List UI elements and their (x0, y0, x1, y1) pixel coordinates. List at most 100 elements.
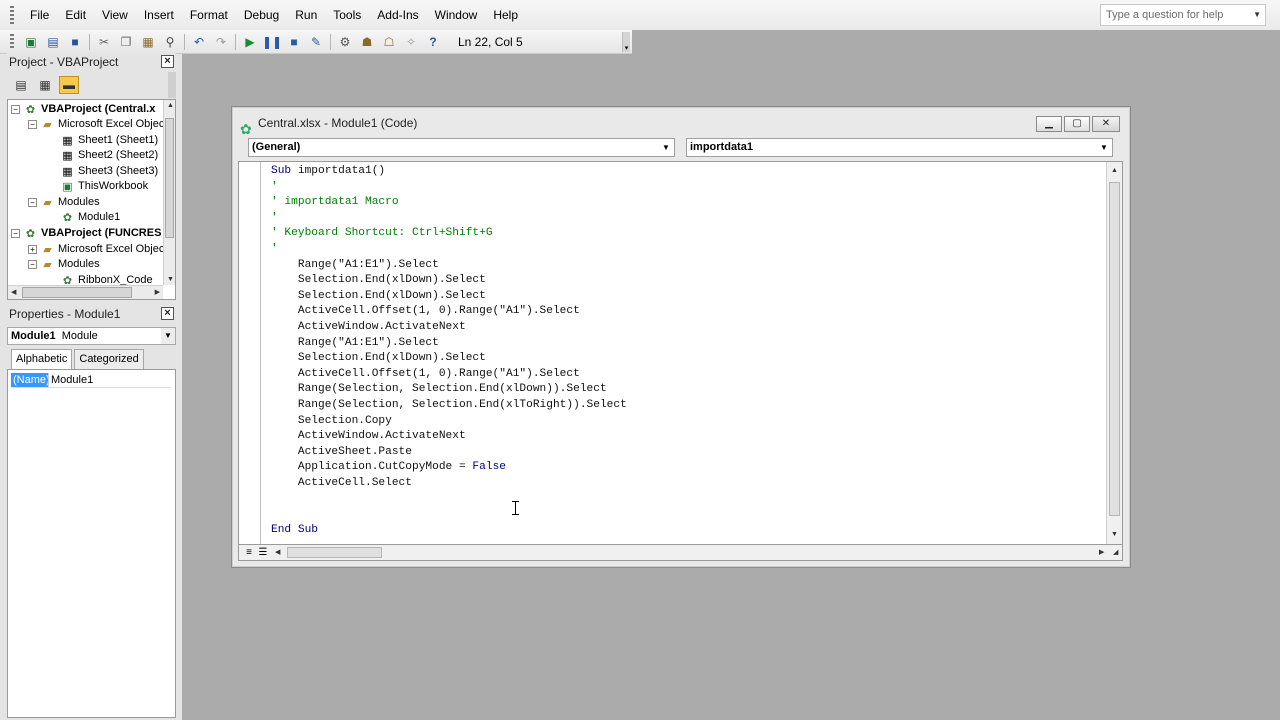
menu-tools[interactable]: Tools (325, 0, 369, 30)
menu-debug[interactable]: Debug (236, 0, 287, 30)
code-line: ' importdata1 Macro (271, 196, 399, 209)
minimize-button[interactable]: ▁ (1036, 116, 1062, 132)
tree-item-excel-objects[interactable]: − ▰ Microsoft Excel Objec (28, 117, 164, 132)
help-search-placeholder: Type a question for help (1106, 9, 1224, 21)
menu-add-ins[interactable]: Add-Ins (369, 0, 426, 30)
menu-view[interactable]: View (94, 0, 136, 30)
code-text[interactable]: Sub importdata1() ' ' importdata1 Macro … (271, 164, 627, 538)
property-row-name[interactable]: (Name) Module1 (11, 373, 171, 388)
run-icon[interactable]: ▶ (241, 33, 259, 51)
tree-item-vbaproject-funcres[interactable]: − ✿ VBAProject (FUNCRES (11, 226, 161, 241)
tree-item-excel-objects-2[interactable]: + ▰ Microsoft Excel Objec (28, 242, 164, 257)
project-explorer-icon[interactable]: ⚙ (336, 33, 354, 51)
project-toolbar-scroll[interactable] (168, 72, 176, 98)
code-line: Range(Selection, Selection.End(xlToRight… (271, 398, 627, 411)
object-browser-icon[interactable]: ☖ (380, 33, 398, 51)
procedure-view-icon[interactable]: ≡ (242, 546, 256, 559)
menu-grip[interactable] (10, 6, 14, 24)
dock-splitter[interactable] (177, 54, 182, 720)
menu-window[interactable]: Window (427, 0, 486, 30)
collapse-icon[interactable]: − (28, 198, 37, 207)
scroll-down-icon[interactable]: ▼ (167, 276, 174, 283)
scroll-left-icon[interactable]: ◀ (11, 288, 16, 296)
break-icon[interactable]: ❚❚ (262, 33, 282, 51)
toolbar-grip[interactable] (10, 33, 14, 50)
help-search-input[interactable]: Type a question for help ▼ (1100, 4, 1266, 26)
maximize-button[interactable]: ▢ (1064, 116, 1090, 132)
full-module-view-icon[interactable]: ☰ (256, 546, 270, 559)
menu-insert[interactable]: Insert (136, 0, 182, 30)
toggle-folders-icon[interactable]: ▬ (59, 76, 79, 94)
tree-item-module1[interactable]: ✿ Module1 (61, 210, 120, 225)
chevron-down-icon[interactable]: ▼ (161, 328, 175, 344)
menu-edit[interactable]: Edit (57, 0, 94, 30)
tree-item-vbaproject-central[interactable]: − ✿ VBAProject (Central.x (11, 102, 155, 117)
help-dropdown-icon[interactable]: ▼ (1253, 5, 1261, 25)
resize-grip-icon[interactable]: ◢ (1113, 548, 1118, 556)
code-editor[interactable]: Sub importdata1() ' ' importdata1 Macro … (238, 161, 1123, 545)
collapse-icon[interactable]: − (11, 229, 20, 238)
redo-icon[interactable]: ↷ (212, 33, 230, 51)
scroll-up-icon[interactable]: ▲ (167, 102, 174, 109)
project-pane-close-icon[interactable]: × (161, 55, 174, 68)
code-window-titlebar[interactable]: ✿ Central.xlsx - Module1 (Code) ▁ ▢ ✕ (232, 107, 1130, 137)
scroll-thumb[interactable] (1109, 182, 1120, 516)
undo-icon[interactable]: ↶ (190, 33, 208, 51)
view-excel-icon[interactable]: ▣ (22, 33, 40, 51)
properties-pane-close-icon[interactable]: × (161, 307, 174, 320)
expand-icon[interactable]: + (28, 245, 37, 254)
chevron-down-icon[interactable]: ▼ (659, 140, 673, 155)
code-line: Selection.End(xlDown).Select (271, 289, 486, 302)
property-value[interactable]: Module1 (48, 373, 93, 387)
menu-help[interactable]: Help (485, 0, 526, 30)
collapse-icon[interactable]: − (28, 260, 37, 269)
scroll-up-icon[interactable]: ▲ (1111, 167, 1118, 174)
find-icon[interactable]: ⚲ (161, 33, 179, 51)
tab-alphabetic[interactable]: Alphabetic (11, 349, 73, 369)
insert-module-icon[interactable]: ▤ (44, 33, 62, 51)
close-button[interactable]: ✕ (1092, 116, 1120, 132)
help-icon[interactable]: ? (424, 33, 442, 51)
code-line: ' (271, 242, 278, 255)
tab-categorized[interactable]: Categorized (74, 349, 144, 369)
scroll-left-icon[interactable]: ◀ (275, 548, 280, 556)
code-hscroll-thumb[interactable] (287, 547, 382, 558)
properties-object-select[interactable]: Module1 Module ▼ (7, 327, 176, 345)
view-object-icon[interactable]: ▦ (35, 76, 55, 94)
collapse-icon[interactable]: − (28, 120, 37, 129)
reset-icon[interactable]: ■ (285, 33, 303, 51)
design-mode-icon[interactable]: ✎ (307, 33, 325, 51)
paste-icon[interactable]: ▦ (139, 33, 157, 51)
tree-item-modules-2[interactable]: − ▰ Modules (28, 257, 100, 272)
save-icon[interactable]: ■ (66, 33, 84, 51)
properties-window-icon[interactable]: ☗ (358, 33, 376, 51)
workbook-icon: ▣ (62, 180, 73, 193)
toolbar-separator (184, 33, 185, 50)
toolbar-options-icon[interactable]: ▾ (622, 32, 630, 52)
scroll-right-icon[interactable]: ▶ (1099, 548, 1104, 556)
tree-item-modules[interactable]: − ▰ Modules (28, 195, 100, 210)
collapse-icon[interactable]: − (11, 105, 20, 114)
tree-item-sheet2[interactable]: ▦ Sheet2 (Sheet2) (61, 148, 158, 163)
chevron-down-icon[interactable]: ▼ (1097, 140, 1111, 155)
scroll-thumb[interactable] (22, 287, 132, 298)
view-code-icon[interactable]: ▤ (11, 76, 31, 94)
scroll-right-icon[interactable]: ▶ (155, 288, 160, 296)
scroll-down-icon[interactable]: ▼ (1111, 531, 1118, 538)
menu-run[interactable]: Run (287, 0, 325, 30)
procedure-combo[interactable]: importdata1 ▼ (686, 138, 1113, 157)
scroll-thumb[interactable] (165, 118, 174, 238)
project-tree-vscroll[interactable]: ▲ ▼ (163, 100, 175, 285)
object-combo[interactable]: (General) ▼ (248, 138, 675, 157)
menu-file[interactable]: File (22, 0, 57, 30)
project-tree-hscroll[interactable]: ◀ ▶ (8, 285, 163, 299)
menu-format[interactable]: Format (182, 0, 236, 30)
code-margin[interactable] (239, 162, 261, 544)
toolbox-icon[interactable]: ✧ (402, 33, 420, 51)
tree-item-sheet1[interactable]: ▦ Sheet1 (Sheet1) (61, 133, 158, 148)
code-vscroll[interactable]: ▲ ▼ (1106, 162, 1122, 544)
tree-item-thisworkbook[interactable]: ▣ ThisWorkbook (61, 179, 148, 194)
cut-icon[interactable]: ✂ (95, 33, 113, 51)
tree-item-sheet3[interactable]: ▦ Sheet3 (Sheet3) (61, 164, 158, 179)
copy-icon[interactable]: ❐ (117, 33, 135, 51)
